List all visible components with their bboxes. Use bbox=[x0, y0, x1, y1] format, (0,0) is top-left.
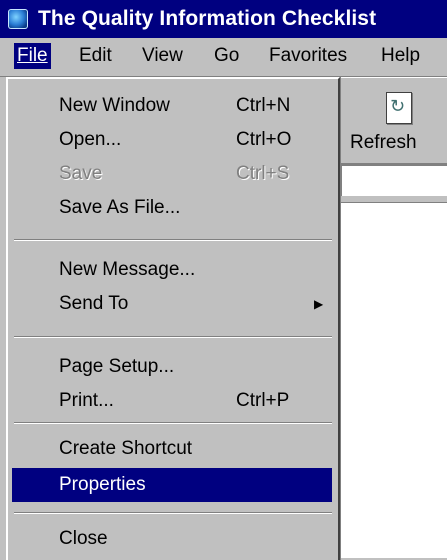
new-window-label: New Window bbox=[59, 95, 170, 116]
menu-item-properties[interactable]: Properties bbox=[12, 468, 332, 502]
file-menu-dropdown: New Window Ctrl+N Open... Ctrl+O Save Ct… bbox=[6, 77, 340, 560]
menu-item-create-shortcut[interactable]: Create Shortcut bbox=[12, 432, 332, 466]
menu-item-new-message[interactable]: New Message... bbox=[12, 253, 332, 287]
browser-logo-icon bbox=[8, 9, 28, 29]
menu-edit[interactable]: Edit bbox=[76, 43, 115, 69]
page-content-area bbox=[340, 203, 447, 558]
menu-separator bbox=[14, 239, 332, 241]
menu-separator bbox=[14, 512, 332, 514]
new-message-label: New Message... bbox=[59, 259, 196, 280]
menu-view[interactable]: View bbox=[139, 43, 186, 69]
menu-favorites-label: Favorites bbox=[269, 45, 348, 66]
print-label: Print... bbox=[59, 390, 114, 411]
menu-file-label: File bbox=[17, 45, 48, 66]
menu-view-label: View bbox=[142, 45, 183, 66]
submenu-arrow-icon: ▶ bbox=[314, 297, 324, 311]
send-to-label: Send To bbox=[59, 293, 129, 314]
open-shortcut: Ctrl+O bbox=[236, 129, 292, 150]
toolbar-divider bbox=[340, 196, 447, 203]
window-title: The Quality Information Checklist bbox=[38, 7, 377, 30]
menu-help[interactable]: Help bbox=[378, 43, 423, 69]
menu-item-print[interactable]: Print... Ctrl+P bbox=[12, 384, 332, 418]
save-shortcut: Ctrl+S bbox=[236, 163, 290, 184]
page-setup-label: Page Setup... bbox=[59, 356, 175, 377]
menu-go-label: Go bbox=[214, 45, 240, 66]
open-label: Open... bbox=[59, 129, 122, 150]
address-field[interactable] bbox=[340, 164, 447, 196]
menu-bar: File Edit View Go Favorites Help bbox=[0, 38, 447, 77]
create-shortcut-label: Create Shortcut bbox=[59, 438, 193, 459]
menu-item-close[interactable]: Close bbox=[12, 522, 332, 556]
save-as-file-label: Save As File... bbox=[59, 197, 181, 218]
menu-file[interactable]: File bbox=[14, 43, 51, 69]
menu-go[interactable]: Go bbox=[211, 43, 242, 69]
refresh-button[interactable]: Refresh bbox=[350, 88, 440, 158]
properties-label: Properties bbox=[59, 474, 146, 495]
refresh-icon bbox=[386, 92, 412, 124]
print-shortcut: Ctrl+P bbox=[236, 390, 290, 411]
menu-item-save: Save Ctrl+S bbox=[12, 157, 332, 191]
menu-item-open[interactable]: Open... Ctrl+O bbox=[12, 123, 332, 157]
refresh-label: Refresh bbox=[350, 132, 417, 153]
menu-item-save-as-file[interactable]: Save As File... bbox=[12, 191, 332, 225]
save-label: Save bbox=[59, 163, 103, 184]
menu-item-send-to[interactable]: Send To ▶ bbox=[12, 287, 332, 321]
menu-separator bbox=[14, 336, 332, 338]
title-bar: The Quality Information Checklist bbox=[0, 0, 447, 38]
new-window-shortcut: Ctrl+N bbox=[236, 95, 291, 116]
menu-favorites[interactable]: Favorites bbox=[266, 43, 350, 69]
toolbar: Refresh bbox=[340, 77, 447, 165]
menu-edit-label: Edit bbox=[79, 45, 112, 66]
menu-separator bbox=[14, 422, 332, 424]
menu-item-page-setup[interactable]: Page Setup... bbox=[12, 350, 332, 384]
close-label: Close bbox=[59, 528, 108, 549]
menu-help-label: Help bbox=[381, 45, 421, 66]
menu-item-new-window[interactable]: New Window Ctrl+N bbox=[12, 89, 332, 123]
